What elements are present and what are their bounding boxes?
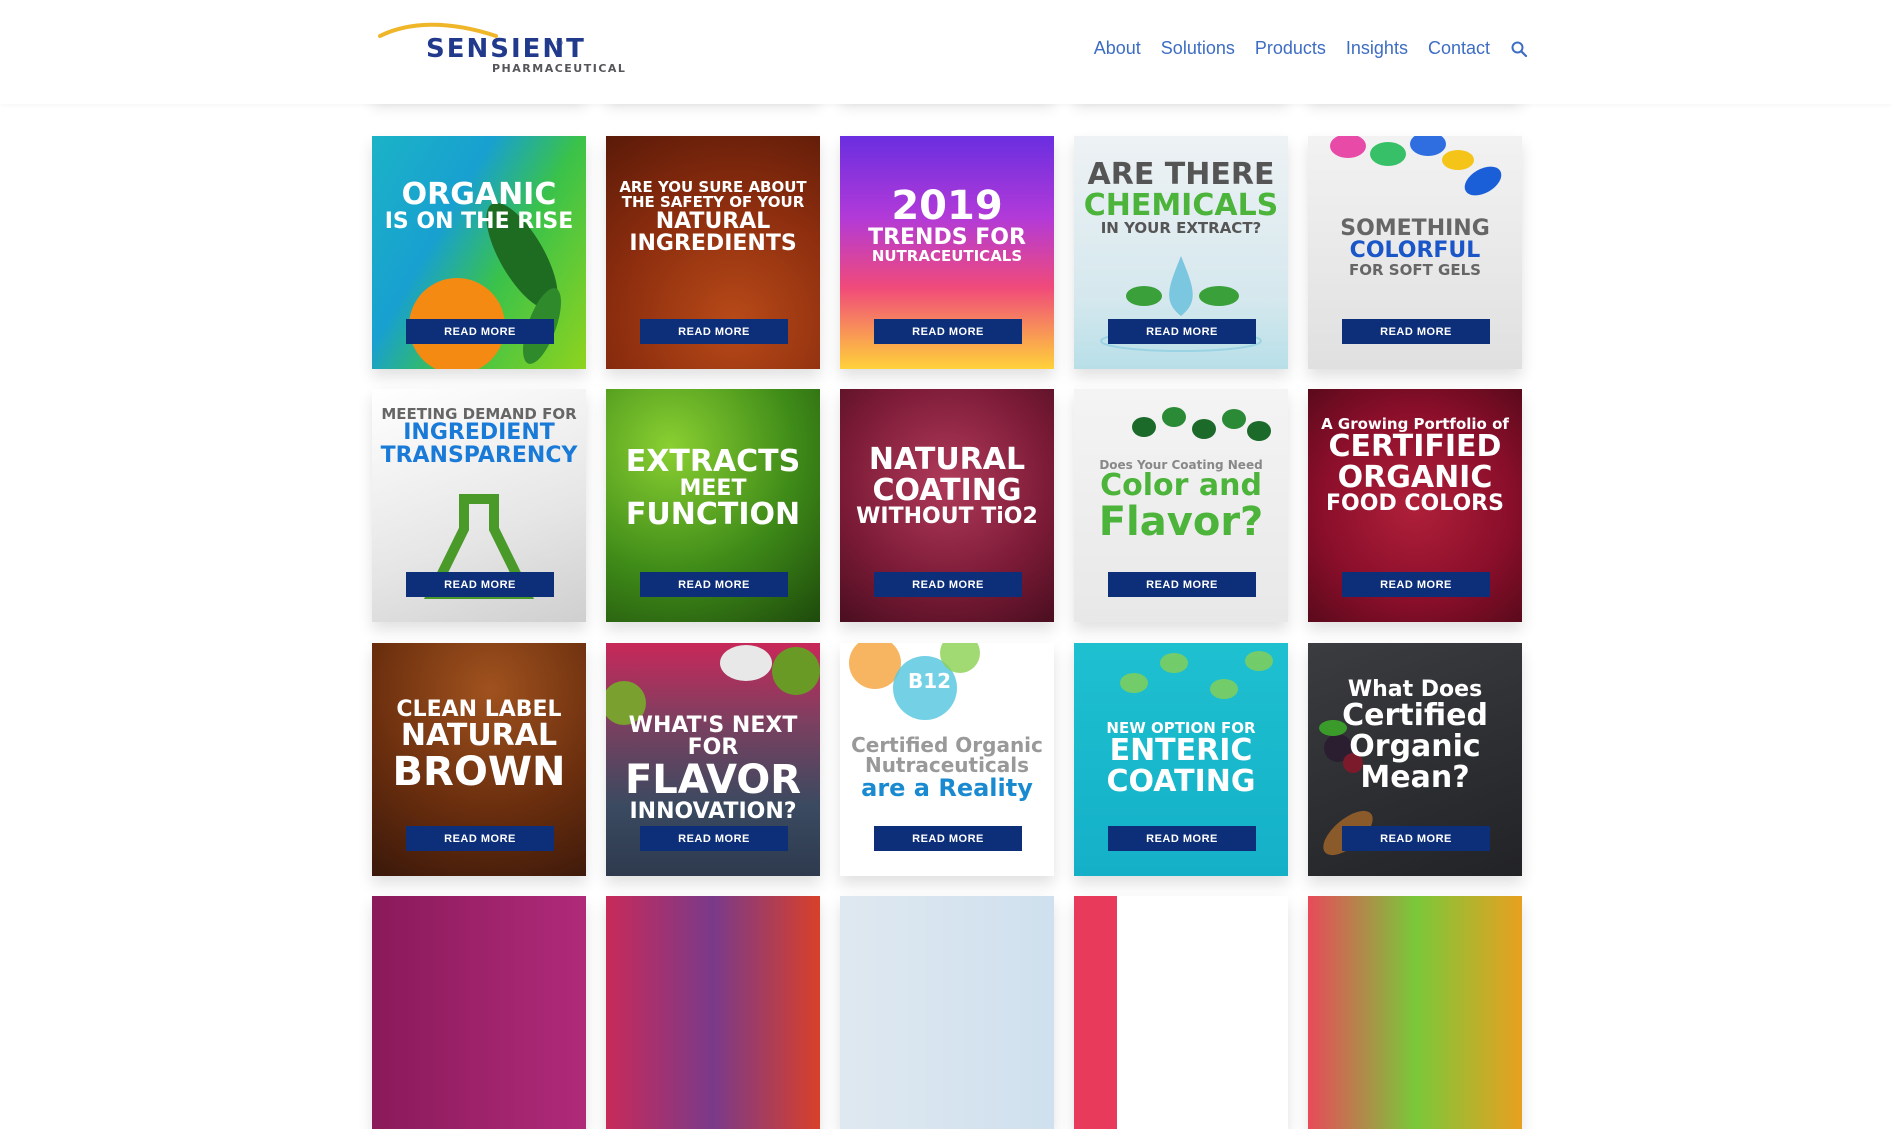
- insight-tile-certified-organic-colors[interactable]: A Growing Portfolio of CERTIFIED ORGANIC…: [1308, 389, 1522, 622]
- tile-headline-line: NATURAL: [400, 718, 558, 754]
- tile-headline-line: ARE THERE: [1087, 157, 1275, 192]
- read-more-button[interactable]: READ MORE: [406, 572, 554, 597]
- read-more-button[interactable]: READ MORE: [1342, 572, 1490, 597]
- tile-headline-line: Certified: [1342, 698, 1488, 734]
- read-more-button[interactable]: READ MORE: [1342, 826, 1490, 851]
- tile-headline-line: CHEMICALS: [1083, 187, 1279, 223]
- tile-headline-line: WITHOUT TiO2: [856, 504, 1038, 530]
- tile-headline-line: Nutraceuticals: [864, 753, 1030, 778]
- tile-partial-bottom-4[interactable]: [1074, 896, 1288, 1129]
- tile-headline-line: BROWN: [392, 749, 566, 796]
- tile-headline-line: ORGANIC: [401, 177, 557, 212]
- tile-headline-line: INGREDIENTS: [629, 231, 797, 257]
- tile-headline-line: COLORFUL: [1349, 238, 1481, 264]
- tile-headline-line: SOMETHING: [1340, 216, 1490, 241]
- read-more-button[interactable]: READ MORE: [1342, 319, 1490, 344]
- tile-partial-bottom-3[interactable]: [840, 896, 1054, 1129]
- tile-headline-line: TRANSPARENCY: [380, 442, 578, 468]
- tile-headline-line: TRENDS FOR: [868, 224, 1026, 250]
- main-nav: About Solutions Products Insights Contac…: [1094, 38, 1528, 59]
- search-icon[interactable]: [1510, 40, 1528, 58]
- read-more-button[interactable]: READ MORE: [1108, 319, 1256, 344]
- read-more-button[interactable]: READ MORE: [1108, 572, 1256, 597]
- insight-tile-colorful-softgels[interactable]: SOMETHING COLORFUL FOR SOFT GELS READ MO…: [1308, 136, 1522, 369]
- tile-headline-line: Mean?: [1360, 759, 1470, 795]
- tile-headline-line: Color and: [1100, 468, 1262, 504]
- tile-headline-line: IN YOUR EXTRACT?: [1100, 219, 1262, 238]
- tile-partial-bottom-1[interactable]: [372, 896, 586, 1129]
- read-more-button[interactable]: READ MORE: [406, 826, 554, 851]
- tile-headline-line: CERTIFIED: [1328, 429, 1502, 465]
- tile-headline-line: Flavor?: [1098, 498, 1264, 545]
- insight-tile-natural-ingredients[interactable]: ARE YOU SURE ABOUT THE SAFETY OF YOUR NA…: [606, 136, 820, 369]
- tile-headline-line: NUTRACEUTICALS: [871, 247, 1023, 266]
- read-more-button[interactable]: READ MORE: [874, 572, 1022, 597]
- insight-tile-chemicals-extract[interactable]: ARE THERE CHEMICALS IN YOUR EXTRACT? REA…: [1074, 136, 1288, 369]
- tile-headline-line: COATING: [872, 472, 1022, 508]
- sensient-logo[interactable]: SENSIENT ® PHARMACEUTICAL: [378, 18, 625, 76]
- site-header: SENSIENT ® PHARMACEUTICAL About Solution…: [0, 0, 1892, 104]
- nav-products[interactable]: Products: [1255, 38, 1326, 59]
- logo-registered-mark: ®: [556, 38, 563, 48]
- tile-headline-line: FLAVOR: [624, 756, 802, 803]
- read-more-button[interactable]: READ MORE: [1108, 826, 1256, 851]
- tile-headline-line: WHAT'S NEXT FOR: [628, 713, 798, 761]
- tile-headline-line: INNOVATION?: [629, 798, 797, 824]
- tile-headline-line: are a Reality: [861, 773, 1033, 802]
- tile-headline-line: IS ON THE RISE: [384, 208, 574, 234]
- tile-headline-line: FOR SOFT GELS: [1349, 260, 1481, 279]
- nav-insights[interactable]: Insights: [1346, 38, 1408, 59]
- tile-headline-line: ENTERIC: [1109, 733, 1253, 769]
- tile-headline-line: Certified Organic: [851, 733, 1043, 757]
- tile-headline-line: NATURAL: [655, 208, 771, 234]
- insight-tile-extracts-function[interactable]: EXTRACTS MEET FUNCTION READ MORE: [606, 389, 820, 622]
- insight-tile-flavor-innovation[interactable]: WHAT'S NEXT FOR FLAVOR INNOVATION? READ …: [606, 643, 820, 876]
- read-more-button[interactable]: READ MORE: [874, 319, 1022, 344]
- nav-contact[interactable]: Contact: [1428, 38, 1490, 59]
- insight-tile-organic-rise[interactable]: ORGANIC IS ON THE RISE READ MORE: [372, 136, 586, 369]
- read-more-button[interactable]: READ MORE: [406, 319, 554, 344]
- insights-grid: ORGANIC IS ON THE RISE READ MORE ARE YOU…: [0, 0, 1892, 1129]
- read-more-button[interactable]: READ MORE: [640, 319, 788, 344]
- tile-headline-line: COATING: [1106, 763, 1256, 799]
- tile-headline-line: FUNCTION: [625, 497, 801, 533]
- tile-headline-line: NATURAL: [868, 442, 1026, 477]
- tile-headline-line: ORGANIC: [1337, 459, 1493, 495]
- read-more-button[interactable]: READ MORE: [640, 572, 788, 597]
- insight-tile-coating-color-flavor[interactable]: Does Your Coating Need Color and Flavor?…: [1074, 389, 1288, 622]
- tile-headline-line: Organic: [1349, 729, 1481, 765]
- nav-about[interactable]: About: [1094, 38, 1141, 59]
- insight-tile-2019-trends[interactable]: 2019 TRENDS FOR NUTRACEUTICALS READ MORE: [840, 136, 1054, 369]
- insight-tile-clean-label-brown[interactable]: CLEAN LABEL NATURAL BROWN READ MORE: [372, 643, 586, 876]
- read-more-button[interactable]: READ MORE: [874, 826, 1022, 851]
- nav-solutions[interactable]: Solutions: [1161, 38, 1235, 59]
- insight-tile-certified-organic-mean[interactable]: What Does Certified Organic Mean? READ M…: [1308, 643, 1522, 876]
- tile-partial-bottom-2[interactable]: [606, 896, 820, 1129]
- tile-headline-line: FOOD COLORS: [1326, 491, 1504, 517]
- insight-tile-certified-organic-nutraceuticals[interactable]: B12 Certified Organic Nutraceuticals are…: [840, 643, 1054, 876]
- tile-headline-line: EXTRACTS: [625, 444, 801, 479]
- insight-tile-natural-coating[interactable]: NATURAL COATING WITHOUT TiO2 READ MORE: [840, 389, 1054, 622]
- insight-tile-enteric-coating[interactable]: NEW OPTION FOR ENTERIC COATING READ MORE: [1074, 643, 1288, 876]
- insight-tile-ingredient-transparency[interactable]: MEETING DEMAND FOR INGREDIENT TRANSPAREN…: [372, 389, 586, 622]
- tile-headline-line: 2019: [891, 183, 1003, 229]
- logo-subtitle: PHARMACEUTICAL: [492, 62, 627, 75]
- read-more-button[interactable]: READ MORE: [640, 826, 788, 851]
- tile-headline-line: INGREDIENT: [403, 420, 555, 446]
- b12-badge: B12: [908, 669, 952, 693]
- tile-partial-bottom-5[interactable]: [1308, 896, 1522, 1129]
